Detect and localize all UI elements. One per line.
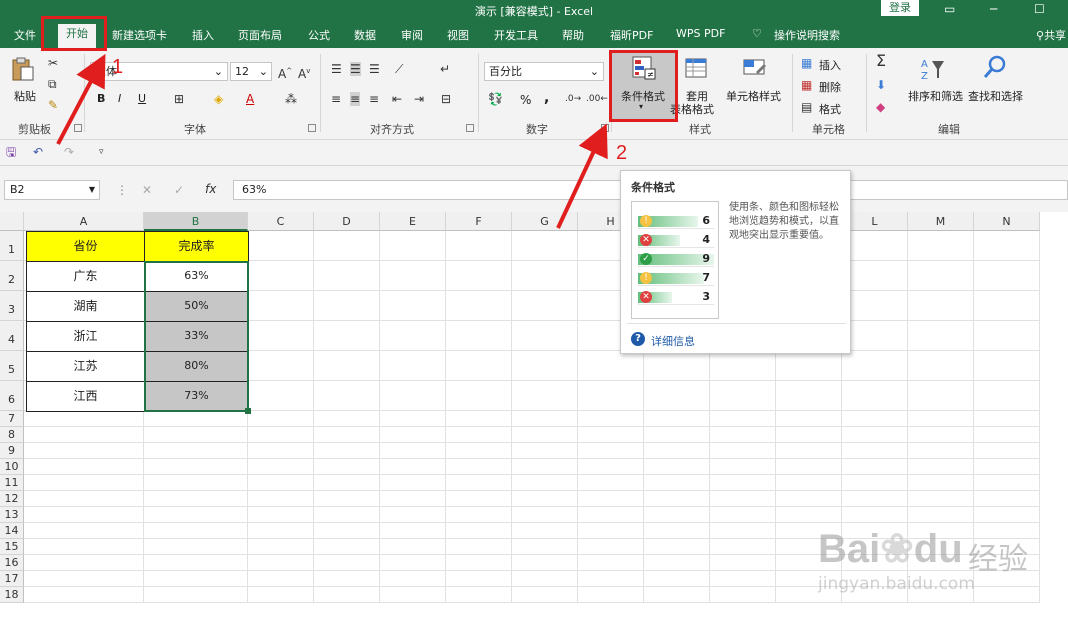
- watermark-url: jingyan.baidu.com: [818, 574, 975, 594]
- arrow-step-2: [556, 123, 608, 229]
- watermark-brand-1: Bai: [818, 527, 881, 571]
- baidu-watermark: Bai❀du 经验 jingyan.baidu.com: [818, 508, 1058, 608]
- watermark-brand: Bai❀du: [818, 526, 963, 572]
- watermark-brand-2: du: [913, 527, 963, 571]
- watermark-cn: 经验: [968, 542, 1028, 577]
- paw-icon: ❀: [880, 527, 914, 571]
- arrow-step-1: [56, 53, 106, 145]
